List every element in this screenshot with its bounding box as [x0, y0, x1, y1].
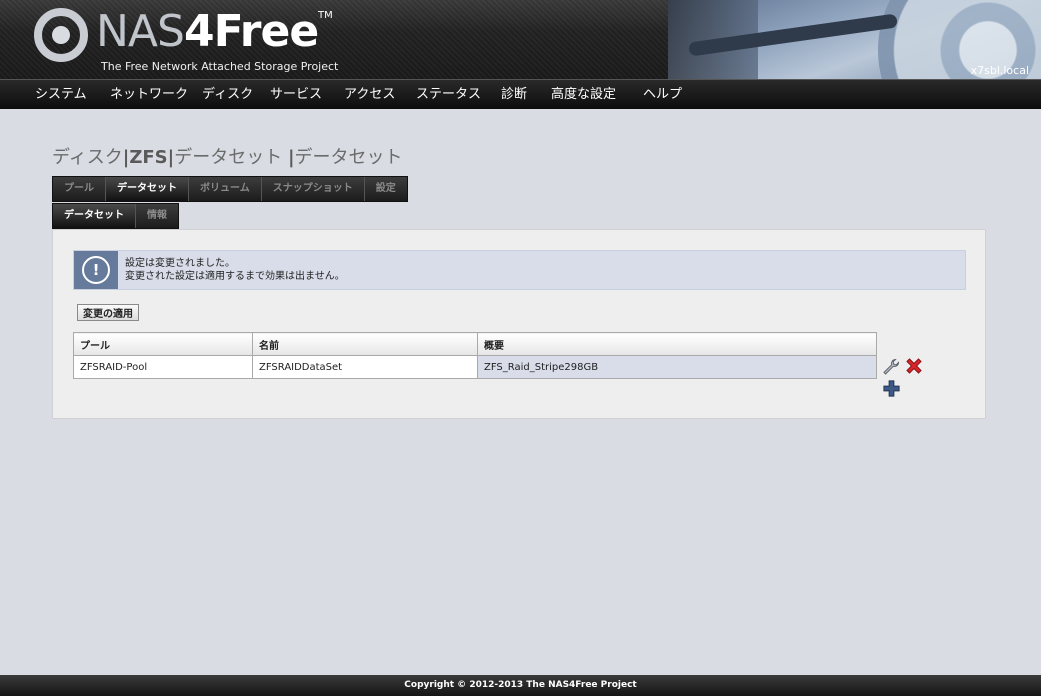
- table-header-row: プール 名前 概要: [73, 332, 877, 356]
- logo-accent: 4Free: [183, 6, 319, 57]
- hostname: x7sbl.local: [970, 64, 1029, 77]
- table-row: ZFSRAID-Pool ZFSRAIDDataSet ZFS_Raid_Str…: [73, 355, 877, 379]
- tab-pools[interactable]: プール: [53, 177, 106, 201]
- secondary-tabs: データセット 情報: [52, 203, 179, 229]
- notice-text: 設定は変更されました。 変更された設定は適用するまで効果は出ません。: [125, 257, 345, 283]
- logo-main: NAS: [96, 6, 185, 57]
- nav-advanced[interactable]: 高度な設定: [551, 80, 616, 109]
- logo-text: NAS4Free: [96, 4, 319, 60]
- trademark: TM: [318, 10, 333, 21]
- nav-disks[interactable]: ディスク: [202, 80, 253, 109]
- datasets-table: プール 名前 概要 ZFSRAID-Pool ZFSRAIDDataSet ZF…: [73, 332, 877, 379]
- primary-tabs: プール データセット ボリューム スナップショット 設定: [52, 176, 408, 202]
- nav-help[interactable]: ヘルプ: [643, 80, 682, 109]
- breadcrumb-zfs[interactable]: ZFS: [129, 147, 167, 168]
- breadcrumb-sep: |: [287, 147, 295, 168]
- tab-information[interactable]: 情報: [136, 204, 178, 228]
- notice-icon-box: !: [74, 251, 118, 289]
- cell-description: ZFS_Raid_Stripe298GB: [477, 355, 877, 379]
- delete-x-icon[interactable]: [904, 356, 924, 380]
- tab-configuration[interactable]: 設定: [364, 177, 407, 201]
- notice-box: ! 設定は変更されました。 変更された設定は適用するまで効果は出ません。: [73, 250, 966, 290]
- apply-changes-button[interactable]: 変更の適用: [77, 304, 139, 321]
- content-panel: ! 設定は変更されました。 変更された設定は適用するまで効果は出ません。 変更の…: [52, 229, 986, 419]
- nav-access[interactable]: アクセス: [344, 80, 395, 109]
- breadcrumb-datasets[interactable]: データセット: [174, 147, 282, 168]
- exclamation-icon: !: [82, 256, 110, 284]
- tab-snapshots[interactable]: スナップショット: [261, 177, 365, 201]
- cell-pool: ZFSRAID-Pool: [73, 355, 253, 379]
- tab-volumes[interactable]: ボリューム: [189, 177, 262, 201]
- tab-dataset[interactable]: データセット: [53, 204, 136, 228]
- tab-datasets[interactable]: データセット: [106, 177, 189, 201]
- logo-ring-icon: [34, 8, 88, 62]
- nav-system[interactable]: システム: [35, 80, 87, 109]
- cell-name: ZFSRAIDDataSet: [252, 355, 478, 379]
- column-header-pool: プール: [73, 332, 253, 356]
- wrench-icon[interactable]: [881, 357, 901, 381]
- page-title: ディスク|ZFS|データセット |データセット: [52, 143, 403, 169]
- header: NAS4Free TM The Free Network Attached St…: [0, 0, 1041, 79]
- nav-diagnostics[interactable]: 診断: [501, 80, 527, 109]
- breadcrumb-dataset: データセット: [294, 147, 403, 168]
- breadcrumb-disks[interactable]: ディスク: [52, 147, 123, 168]
- nav-network[interactable]: ネットワーク: [110, 80, 188, 109]
- notice-line-1: 設定は変更されました。: [125, 258, 235, 269]
- tagline: The Free Network Attached Storage Projec…: [101, 60, 339, 73]
- nav-services[interactable]: サービス: [270, 80, 322, 109]
- column-header-name: 名前: [252, 332, 478, 356]
- main-nav: システム ネットワーク ディスク サービス アクセス ステータス 診断 高度な設…: [0, 79, 1041, 109]
- plus-icon[interactable]: [882, 379, 901, 402]
- footer-copyright: Copyright © 2012-2013 The NAS4Free Proje…: [0, 675, 1041, 696]
- notice-line-2: 変更された設定は適用するまで効果は出ません。: [125, 271, 345, 282]
- nav-status[interactable]: ステータス: [416, 80, 481, 109]
- column-header-description: 概要: [477, 332, 877, 356]
